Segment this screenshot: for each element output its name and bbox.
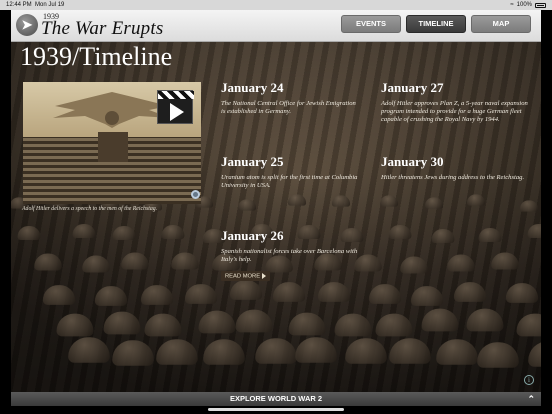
event-description: Adolf Hitler approves Plan Z, a 5-year n… bbox=[381, 100, 528, 124]
event-description: Hitler threatens Jews during address to … bbox=[381, 174, 525, 181]
helmet-silhouette bbox=[453, 282, 487, 303]
helmet-silhouette bbox=[170, 252, 199, 270]
helmet-silhouette bbox=[235, 309, 273, 333]
helmet-silhouette bbox=[288, 312, 326, 336]
play-triangle-icon bbox=[262, 272, 267, 279]
event-date: January 30 bbox=[381, 154, 444, 169]
home-indicator[interactable] bbox=[208, 408, 344, 411]
status-time: 12:44 PM Mon Jul 19 bbox=[6, 2, 65, 8]
helmet-silhouette bbox=[294, 337, 337, 363]
header-title: The War Erupts bbox=[41, 18, 164, 39]
helmet-silhouette bbox=[121, 252, 150, 270]
helmet-silhouette bbox=[424, 197, 443, 209]
page-title: 1939/Timeline bbox=[20, 42, 173, 71]
helmet-silhouette bbox=[388, 225, 411, 240]
helmet-silhouette bbox=[68, 337, 110, 364]
helmet-silhouette bbox=[520, 200, 539, 212]
event-date: January 25 bbox=[221, 154, 284, 169]
helmet-silhouette bbox=[379, 195, 398, 207]
event-jan-24: January 24 The National Central Office f… bbox=[221, 80, 361, 116]
helmet-silhouette bbox=[229, 280, 262, 301]
helmet-silhouette bbox=[318, 282, 351, 303]
helmet-silhouette bbox=[466, 194, 485, 206]
helmet-silhouette bbox=[161, 224, 185, 239]
helmet-silhouette bbox=[431, 228, 455, 243]
helmet-silhouette bbox=[505, 282, 538, 303]
gear-icon[interactable] bbox=[191, 190, 200, 199]
helmet-silhouette bbox=[421, 308, 459, 332]
event-date: January 24 bbox=[221, 80, 284, 95]
helmet-silhouette bbox=[185, 283, 218, 304]
helmet-silhouette bbox=[334, 313, 372, 337]
helmet-silhouette bbox=[287, 194, 306, 207]
event-jan-27: January 27 Adolf Hitler approves Plan Z,… bbox=[381, 80, 531, 125]
event-jan-25: January 25 Uranium atom is split for the… bbox=[221, 154, 361, 190]
helmet-silhouette bbox=[81, 255, 110, 273]
event-jan-30: January 30 Hitler threatens Jews during … bbox=[381, 154, 531, 182]
explore-bar[interactable]: EXPLORE WORLD WAR 2 ⌃ bbox=[11, 392, 541, 406]
tab-map[interactable]: MAP bbox=[471, 15, 531, 33]
event-jan-26: January 26 Spanish nationalist forces ta… bbox=[221, 228, 361, 282]
event-date: January 27 bbox=[381, 80, 444, 95]
helmet-silhouette bbox=[237, 199, 256, 211]
helmet-silhouette bbox=[331, 195, 351, 208]
helmet-silhouette bbox=[111, 340, 154, 366]
video-play-icon[interactable] bbox=[157, 90, 194, 124]
helmet-silhouette bbox=[478, 228, 502, 243]
back-arrow-icon[interactable]: ➤ bbox=[16, 14, 38, 36]
wifi-icon: ≈ bbox=[510, 2, 514, 8]
helmet-silhouette bbox=[255, 338, 297, 364]
helmet-silhouette bbox=[389, 337, 431, 364]
helmet-silhouette bbox=[94, 285, 127, 306]
video-thumbnail[interactable] bbox=[23, 82, 201, 204]
event-date: January 26 bbox=[221, 228, 284, 243]
helmet-silhouette bbox=[410, 285, 443, 306]
app-header: ➤ 1939 The War Erupts EVENTS TIMELINE MA… bbox=[11, 10, 541, 42]
battery-percent: 100% bbox=[516, 2, 532, 8]
helmet-silhouette bbox=[144, 313, 182, 337]
podium-image bbox=[98, 132, 128, 162]
helmet-silhouette bbox=[155, 339, 198, 365]
tab-timeline[interactable]: TIMELINE bbox=[406, 15, 466, 33]
helmet-silhouette bbox=[527, 341, 541, 368]
helmet-silhouette bbox=[198, 310, 236, 333]
helmet-silhouette bbox=[375, 313, 413, 337]
background-soldiers-image bbox=[11, 192, 541, 392]
status-right: ≈ 100% bbox=[510, 0, 546, 10]
video-caption: Adolf Hitler delivers a speech to the me… bbox=[22, 206, 158, 212]
tab-events[interactable]: EVENTS bbox=[341, 15, 401, 33]
helmet-silhouette bbox=[477, 341, 519, 368]
helmet-silhouette bbox=[368, 284, 401, 305]
status-bar: 12:44 PM Mon Jul 19 ≈ 100% bbox=[0, 0, 552, 10]
helmet-silhouette bbox=[141, 285, 174, 306]
helmet-silhouette bbox=[527, 224, 541, 239]
helmet-silhouette bbox=[34, 253, 62, 271]
explore-label: EXPLORE WORLD WAR 2 bbox=[229, 394, 323, 403]
helmet-silhouette bbox=[42, 284, 75, 305]
timeline-main: 1939/Timeline Adolf Hitler delivers a sp… bbox=[11, 42, 541, 392]
helmet-silhouette bbox=[17, 225, 41, 240]
helmet-silhouette bbox=[490, 252, 519, 270]
helmet-silhouette bbox=[112, 226, 136, 241]
info-icon[interactable]: i bbox=[524, 375, 534, 385]
helmet-silhouette bbox=[273, 282, 306, 303]
battery-icon bbox=[535, 2, 546, 8]
helmet-silhouette bbox=[446, 254, 475, 272]
helmet-silhouette bbox=[345, 337, 388, 364]
event-description: The National Central Office for Jewish E… bbox=[221, 100, 356, 116]
helmet-silhouette bbox=[400, 256, 429, 274]
helmet-silhouette bbox=[56, 313, 94, 337]
event-description: Spanish nationalist forces take over Bar… bbox=[221, 248, 358, 264]
helmet-silhouette bbox=[72, 224, 95, 239]
helmet-silhouette bbox=[103, 311, 141, 335]
helmet-silhouette bbox=[516, 313, 541, 337]
helmet-silhouette bbox=[203, 338, 246, 365]
helmet-silhouette bbox=[435, 339, 478, 366]
chevron-up-icon[interactable]: ⌃ bbox=[527, 392, 535, 406]
event-description: Uranium atom is split for the first time… bbox=[221, 174, 358, 190]
read-more-button[interactable]: READ MORE bbox=[221, 270, 271, 282]
section-nav: EVENTS TIMELINE MAP bbox=[341, 15, 531, 33]
helmet-silhouette bbox=[466, 308, 504, 332]
